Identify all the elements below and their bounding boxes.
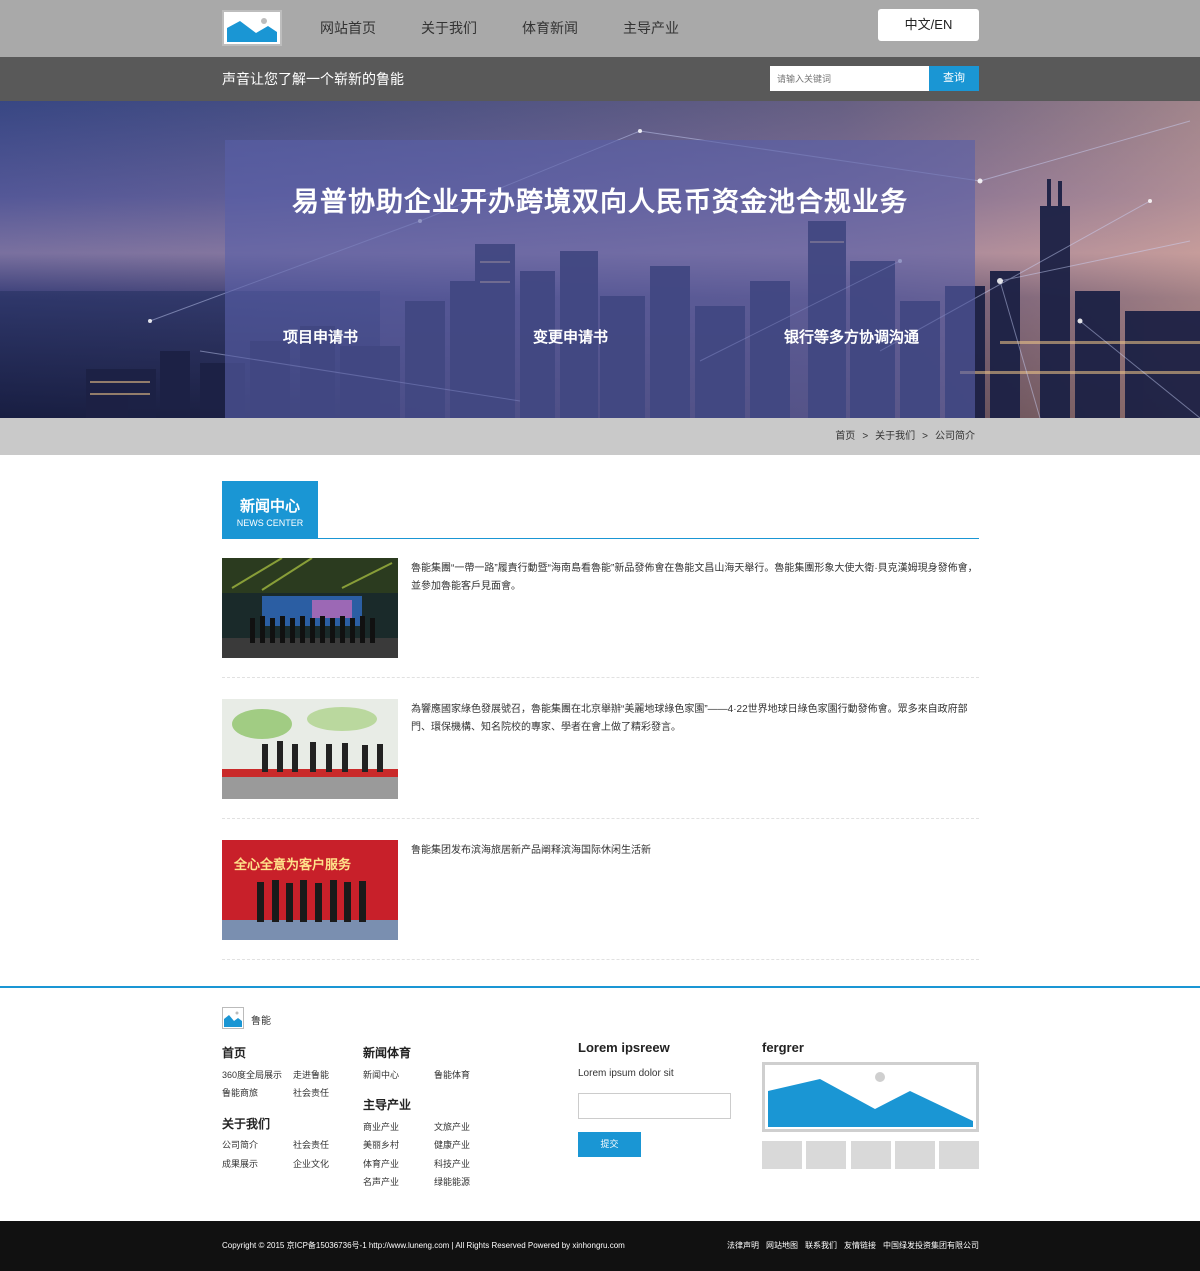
news-section-title: 新闻中心	[239, 498, 300, 515]
footer-link[interactable]: 企业文化	[293, 1157, 329, 1170]
breadcrumb-separator: >	[862, 431, 869, 442]
news-list-item[interactable]: 魯能集團“一帶一路”履責行動暨“海南島看魯能”新品發佈會在魯能文昌山海天舉行。魯…	[222, 558, 979, 678]
gallery-thumbnail[interactable]	[851, 1141, 891, 1169]
bottom-link-friends[interactable]: 友情链接	[844, 1221, 876, 1271]
slogan-bar: 声音让您了解一个崭新的鲁能 查询	[0, 57, 1200, 101]
footer-heading-about[interactable]: 关于我们	[222, 1115, 270, 1132]
news-thumbnail-image[interactable]: 全心全意为客户服务	[222, 840, 398, 940]
site-logo-image-placeholder-icon[interactable]	[222, 10, 282, 46]
language-toggle-button[interactable]: 中文/EN	[878, 9, 979, 41]
footer-link[interactable]: 名声产业	[363, 1175, 399, 1188]
footer-link[interactable]: 鲁能体育	[434, 1068, 470, 1081]
news-thumbnail-image[interactable]	[222, 558, 398, 658]
breadcrumb-separator: >	[922, 431, 928, 442]
bottom-link-contact[interactable]: 联系我们	[805, 1221, 837, 1271]
footer-link[interactable]: 新闻中心	[363, 1068, 399, 1081]
nav-item-industries[interactable]: 主导产业	[623, 0, 724, 57]
bottom-links: 法律声明 网站地图 联系我们 友情链接 中国绿发投资集团有限公司	[727, 1221, 979, 1271]
subscribe-title: Lorem ipsreew	[578, 1040, 670, 1055]
news-thumbnail-caption: 全心全意为客户服务	[234, 858, 352, 873]
footer-brand-name: 鲁能	[251, 1016, 271, 1027]
bottom-link-legal[interactable]: 法律声明	[727, 1221, 759, 1271]
top-nav-bar: 网站首页 关于我们 体育新闻 主导产业 中文/EN	[0, 0, 1200, 57]
breadcrumb-about[interactable]: 关于我们	[875, 418, 915, 455]
footer-link[interactable]: 体育产业	[363, 1157, 399, 1170]
footer-link[interactable]: 鲁能商旅	[222, 1086, 258, 1099]
hero-banner: 易普协助企业开办跨境双向人民币资金池合规业务 项目申请书 变更申请书 银行等多方…	[0, 101, 1200, 418]
news-section-subtitle: NEWS CENTER	[236, 518, 304, 528]
footer-link[interactable]: 社会责任	[293, 1138, 329, 1151]
banner-item-change-application[interactable]: 变更申请书	[533, 326, 608, 347]
footer-link[interactable]: 文旅产业	[434, 1120, 470, 1133]
footer-logo-image-placeholder-icon[interactable]	[222, 1007, 244, 1029]
gallery-thumbnail[interactable]	[806, 1141, 846, 1169]
gallery-main-image-placeholder-icon[interactable]	[762, 1062, 979, 1132]
gallery-thumbnail[interactable]	[895, 1141, 935, 1169]
news-item-text[interactable]: 鲁能集团发布滨海旅居新产品阐释滨海国际休闲生活新	[411, 842, 979, 860]
breadcrumb-home[interactable]: 首页	[835, 418, 855, 455]
news-list-item[interactable]: 為響應國家綠色發展號召，魯能集團在北京舉辦“美麗地球綠色家園”——4·22世界地…	[222, 699, 979, 819]
footer-link[interactable]: 绿能能源	[434, 1175, 470, 1188]
subscribe-input[interactable]	[578, 1093, 731, 1119]
subscribe-subtitle: Lorem ipsum dolor sit	[578, 1068, 674, 1079]
footer-link[interactable]: 成果展示	[222, 1157, 258, 1170]
copyright-text: Copyright © 2015 京ICP备15036736号-1 http:/…	[222, 1241, 625, 1250]
nav-item-sports-news[interactable]: 体育新闻	[522, 0, 623, 57]
search-button[interactable]: 查询	[929, 66, 979, 91]
footer-link[interactable]: 360度全局展示	[222, 1068, 282, 1081]
footer-link[interactable]: 科技产业	[434, 1157, 470, 1170]
breadcrumb-bar: 首页 > 关于我们 > 公司简介	[0, 418, 1200, 455]
bottom-link-group[interactable]: 中国绿发投资集团有限公司	[883, 1221, 979, 1271]
footer-heading-news-sports[interactable]: 新闻体育	[363, 1044, 411, 1061]
banner-item-bank-coordination[interactable]: 银行等多方协调沟通	[784, 326, 919, 347]
footer-link[interactable]: 公司简介	[222, 1138, 258, 1151]
footer-link[interactable]: 走进鲁能	[293, 1068, 329, 1081]
nav-item-about[interactable]: 关于我们	[421, 0, 522, 57]
nav-item-home[interactable]: 网站首页	[320, 0, 421, 57]
gallery-thumbnail[interactable]	[762, 1141, 802, 1169]
footer-link[interactable]: 健康产业	[434, 1138, 470, 1151]
news-section-header: 新闻中心 NEWS CENTER	[222, 481, 979, 539]
search-input[interactable]	[770, 66, 929, 91]
gallery-thumbnail[interactable]	[939, 1141, 979, 1169]
banner-overlay-panel: 易普协助企业开办跨境双向人民币资金池合规业务 项目申请书 变更申请书 银行等多方…	[225, 140, 975, 418]
breadcrumb: 首页 > 关于我们 > 公司简介	[835, 418, 975, 455]
breadcrumb-current: 公司简介	[935, 431, 975, 442]
slogan-text: 声音让您了解一个崭新的鲁能	[222, 71, 404, 87]
news-item-text[interactable]: 魯能集團“一帶一路”履責行動暨“海南島看魯能”新品發佈會在魯能文昌山海天舉行。魯…	[411, 560, 979, 596]
news-thumbnail-image[interactable]	[222, 699, 398, 799]
footer-link[interactable]: 社会责任	[293, 1086, 329, 1099]
banner-title: 易普协助企业开办跨境双向人民币资金池合规业务	[292, 187, 908, 217]
news-item-text[interactable]: 為響應國家綠色發展號召，魯能集團在北京舉辦“美麗地球綠色家園”——4·22世界地…	[411, 701, 979, 737]
bottom-bar: Copyright © 2015 京ICP备15036736号-1 http:/…	[0, 1221, 1200, 1271]
main-nav: 网站首页 关于我们 体育新闻 主导产业	[320, 0, 724, 57]
footer-heading-industries[interactable]: 主导产业	[363, 1096, 411, 1113]
subscribe-submit-button[interactable]: 提交	[578, 1132, 641, 1157]
footer-link[interactable]: 商业产业	[363, 1120, 399, 1133]
news-section-tab: 新闻中心 NEWS CENTER	[222, 481, 318, 539]
banner-item-project-application[interactable]: 项目申请书	[283, 326, 358, 347]
footer-divider	[0, 986, 1200, 988]
gallery-title: fergrer	[762, 1040, 804, 1055]
bottom-link-sitemap[interactable]: 网站地图	[766, 1221, 798, 1271]
footer-heading-home[interactable]: 首页	[222, 1044, 246, 1061]
news-list-item[interactable]: 全心全意为客户服务 鲁能集团发布滨海旅居新产品阐释滨海国际休闲生活新	[222, 840, 979, 960]
footer-link[interactable]: 美丽乡村	[363, 1138, 399, 1151]
